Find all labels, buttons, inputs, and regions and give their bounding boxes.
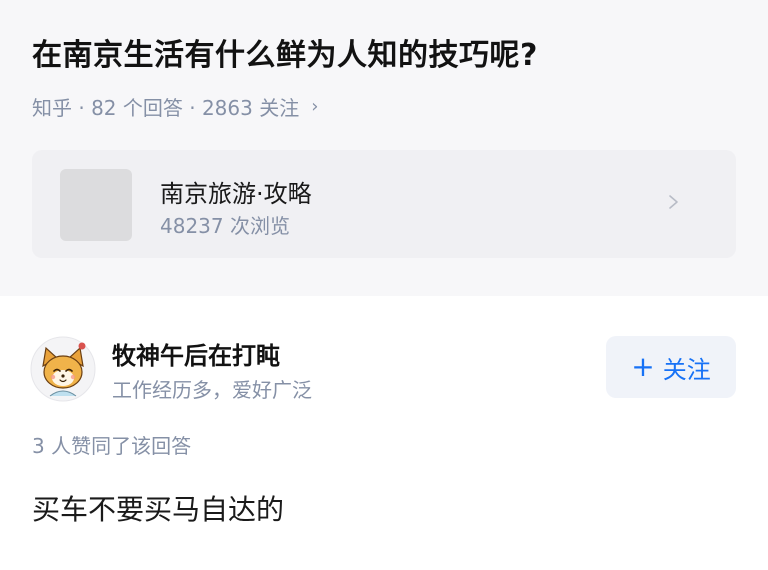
topic-card[interactable]: 南京旅游·攻略 48237 次浏览	[32, 150, 736, 258]
follow-button-label: 关注	[662, 355, 711, 384]
topic-view-count: 48237 次浏览	[160, 214, 290, 238]
topic-name: 南京旅游·攻略	[160, 180, 312, 208]
question-title[interactable]: 在南京生活有什么鲜为人知的技巧呢?	[32, 30, 538, 74]
answer-content[interactable]: 买车不要买马自达的	[32, 488, 284, 528]
chevron-right-icon	[669, 195, 678, 209]
upvote-count: 3 人赞同了该回答	[32, 434, 192, 458]
question-meta[interactable]: 知乎 · 82 个回答 · 2863 关注 ›	[32, 92, 318, 121]
chevron-right-icon: ›	[311, 96, 319, 117]
question-meta-text: 知乎 · 82 个回答 · 2863 关注	[32, 96, 300, 120]
avatar[interactable]	[30, 336, 96, 402]
plus-icon: +	[631, 350, 655, 383]
author-bio: 工作经历多，爱好广泛	[112, 378, 312, 402]
topic-thumbnail	[60, 169, 132, 241]
question-header: 在南京生活有什么鲜为人知的技巧呢? 知乎 · 82 个回答 · 2863 关注 …	[0, 0, 768, 296]
answer-item: 牧神午后在打盹 工作经历多，爱好广泛 + 关注 3 人赞同了该回答 买车不要买马…	[0, 296, 768, 570]
follow-button[interactable]: + 关注	[606, 336, 736, 398]
author-name[interactable]: 牧神午后在打盹	[112, 336, 280, 371]
